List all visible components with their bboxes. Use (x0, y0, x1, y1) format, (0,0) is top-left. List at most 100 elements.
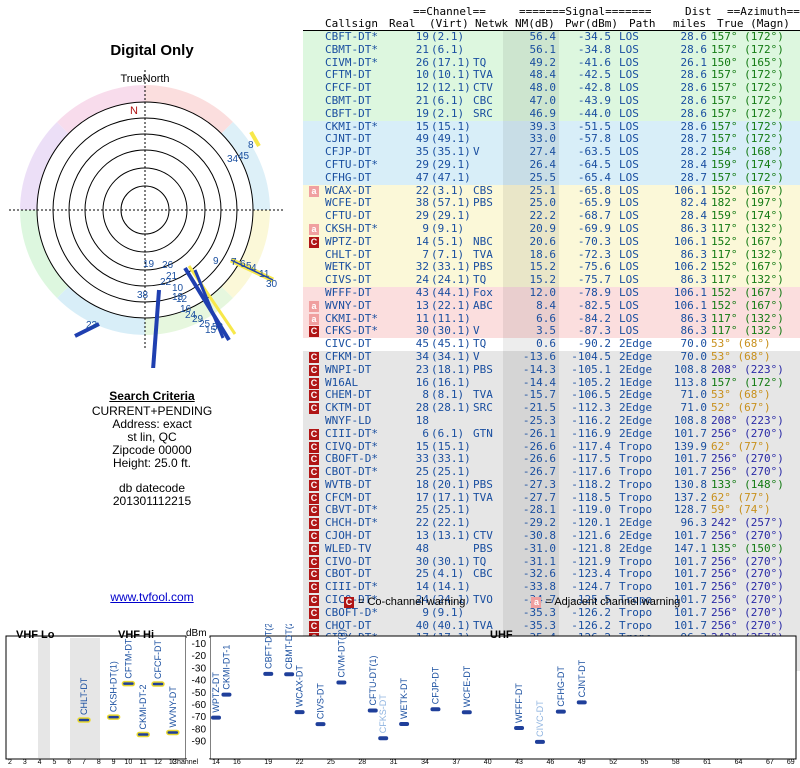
path-cell: LOS (619, 286, 639, 299)
azimuth-cell: 256° (270°) (711, 530, 784, 543)
table-row[interactable]: WFFF-DT 43 (44.1) Fox 12.0 -78.9 LOS 106.1 152° … (303, 286, 800, 300)
x-tick-label: 9 (112, 759, 116, 766)
spectrum-station-label: WVNY-DT (168, 686, 178, 728)
power-cell: -116.9 (571, 427, 611, 440)
table-row[interactable]: C CIVQ-DT* 15 (15.1) -26.6 -117.4 Tropo 139.9 62… (303, 440, 800, 454)
table-row[interactable]: C CBVT-DT* 25 (25.1) -28.1 -119.0 Tropo 128.7 59… (303, 504, 800, 518)
callsign-cell: CFKM-DT (325, 350, 372, 363)
azimuth-cell: 159° (174°) (711, 210, 784, 223)
real-channel-cell: 25 (415, 504, 429, 517)
table-row[interactable]: CFJP-DT 35 (35.1) V 27.4 -63.5 LOS 28.2 154° (16… (303, 146, 800, 159)
callsign-cell: CHCH-DT* (325, 517, 378, 530)
table-row[interactable]: CHLT-DT 7 (7.1) TVA 18.6 -72.3 LOS 86.3 117° (13… (303, 248, 800, 262)
table-row[interactable]: C CIII-DT* 14 (14.1) -33.8 -124.7 Tropo 101.7 25… (303, 581, 800, 595)
adjacent-channel-warning-icon: a (309, 313, 319, 325)
table-row[interactable]: CIVC-DT 45 (45.1) TQ 0.6 -90.2 2Edge 70.0 53° (6… (303, 338, 800, 351)
table-row[interactable]: CJNT-DT 49 (49.1) 33.0 -57.8 LOS 28.7 157° (172… (303, 133, 800, 147)
nm-cell: 25.5 (529, 171, 557, 184)
real-channel-cell: 19 (415, 107, 429, 120)
virtual-channel-cell: (57.1) (431, 197, 471, 210)
table-row[interactable]: C WPTZ-DT 14 (5.1) NBC 20.6 -70.3 LOS 106.1 152° … (303, 235, 800, 249)
virtual-channel-cell: (6.1) (431, 43, 465, 56)
nm-cell: -30.8 (522, 530, 556, 543)
table-row[interactable]: a CKSH-DT* 9 (9.1) 20.9 -69.9 LOS 86.3 117° (132… (303, 222, 800, 236)
table-row[interactable]: C CFKS-DT* 30 (30.1) V 3.5 -87.3 LOS 86.3 117° (1… (303, 325, 800, 339)
azimuth-cell: 256° (270°) (711, 453, 784, 466)
x-tick-label: 34 (421, 759, 429, 766)
callsign-cell: CHEM-DT (325, 389, 372, 402)
callsign-cell: CHLT-DT (325, 248, 372, 261)
callsign-cell: CKTM-DT (325, 402, 372, 415)
table-row[interactable]: C WNPI-DT 23 (18.1) PBS -14.3 -105.1 2Edge 108.8… (303, 363, 800, 377)
table-row[interactable]: C CBOT-DT* 25 (25.1) -26.7 -117.6 Tropo 101.7 25… (303, 466, 800, 479)
power-cell: -112.3 (571, 402, 611, 415)
power-cell: -51.5 (577, 120, 611, 133)
table-row[interactable]: C CBOFT-D* 33 (33.1) -26.6 -117.5 Tropo 101.7 25… (303, 453, 800, 467)
x-tick-label: 13 (169, 759, 177, 766)
nm-cell: -33.8 (522, 581, 556, 594)
spectrum-station-label: CKMI-DT-1 (221, 645, 231, 690)
table-row[interactable]: C CFCM-DT 17 (17.1) TVA -27.7 -118.5 Tropo 137.2… (303, 491, 800, 505)
distance-cell: 82.4 (680, 197, 708, 210)
table-row[interactable]: WETK-DT 32 (33.1) PBS 15.2 -75.6 LOS 106.2 152° … (303, 261, 800, 275)
table-row[interactable]: CBFT-DT* 19 (2.1) 56.4 -34.5 LOS 28.6 157° (172… (303, 31, 800, 44)
azimuth-cell: 152° (167°) (711, 235, 784, 248)
col-azimuth: True (Magn) (717, 18, 790, 30)
col-pwr: Pwr(dBm) (565, 18, 618, 30)
nm-cell: 6.6 (536, 312, 556, 325)
real-channel-cell: 10 (415, 69, 429, 82)
spectrum-station-label: CKMI-DT-2 (138, 685, 148, 730)
path-cell: LOS (619, 158, 639, 171)
table-row[interactable]: C CKTM-DT 28 (28.1) SRC -21.5 -112.3 2Edge 71.0 5… (303, 402, 800, 415)
nm-cell: 25.1 (529, 184, 557, 197)
warning-legend: C = Co-channel warning a = Adjacent channe… (344, 596, 800, 610)
table-row[interactable]: CBMT-DT* 21 (6.1) 56.1 -34.8 LOS 28.6 157° (172… (303, 43, 800, 57)
table-row[interactable]: C CIVO-DT 30 (30.1) TQ -31.1 -121.9 Tropo 101.7 2… (303, 555, 800, 569)
distance-cell: 28.6 (680, 107, 708, 120)
table-row[interactable]: C CBOT-DT 25 (4.1) CBC -32.6 -123.4 Tropo 101.7 2… (303, 568, 800, 582)
table-row[interactable]: CBMT-DT 21 (6.1) CBC 47.0 -43.9 LOS 28.6 157° (1… (303, 94, 800, 108)
table-row[interactable]: C CJOH-DT 13 (13.1) CTV -30.8 -121.6 2Edge 101.7… (303, 530, 800, 543)
nm-cell: 27.4 (529, 146, 557, 159)
real-channel-cell: 21 (415, 43, 429, 56)
table-row[interactable]: CIVM-DT* 26 (17.1) TQ 49.2 -41.6 LOS 26.1 150° (… (303, 56, 800, 70)
spectrum-bar (534, 739, 545, 744)
table-row[interactable]: a WVNY-DT 13 (22.1) ABC 8.4 -82.5 LOS 106.1 152° … (303, 299, 800, 313)
table-row[interactable]: C WVTB-DT 18 (20.1) PBS -27.3 -118.2 Tropo 130.8… (303, 478, 800, 492)
nm-cell: 3.5 (536, 325, 556, 338)
callsign-cell: CBFT-DT* (325, 31, 378, 43)
virtual-channel-cell: (33.1) (431, 453, 471, 466)
virtual-channel-cell: (29.1) (431, 210, 471, 223)
table-row[interactable]: CFTU-DT 29 (29.1) 22.2 -68.7 LOS 28.4 159° (174… (303, 210, 800, 223)
table-row[interactable]: C CHCH-DT* 22 (22.1) -29.2 -120.1 2Edge 96.3 242… (303, 517, 800, 531)
table-row[interactable]: CFHG-DT 47 (47.1) 25.5 -65.4 LOS 28.7 157° (172… (303, 171, 800, 185)
table-row[interactable]: C WLED-TV 48 PBS -31.0 -121.8 2Edge 147.1 135° (… (303, 542, 800, 556)
table-row[interactable]: CFCF-DT 12 (12.1) CTV 48.0 -42.8 LOS 28.6 157° (… (303, 82, 800, 95)
table-row[interactable]: C W16AL 16 (16.1) -14.4 -105.2 1Edge 113.8 157° … (303, 376, 800, 390)
distance-cell: 106.1 (673, 299, 707, 312)
real-channel-cell: 8 (422, 389, 429, 402)
y-tick-label: -40 (192, 676, 207, 687)
table-row[interactable]: C CFKM-DT 34 (34.1) V -13.6 -104.5 2Edge 70.0 53°… (303, 350, 800, 364)
table-row[interactable]: C CIII-DT* 6 (6.1) GTN -26.1 -116.9 2Edge 101.7 2… (303, 427, 800, 441)
nm-cell: 20.9 (529, 222, 557, 235)
table-row[interactable]: CFTM-DT 10 (10.1) TVA 48.4 -42.5 LOS 28.6 157° (… (303, 69, 800, 83)
power-cell: -121.9 (571, 555, 611, 568)
table-row[interactable]: CIVS-DT 24 (24.1) TQ 15.2 -75.7 LOS 86.3 117° (1… (303, 274, 800, 287)
tvfool-link[interactable]: www.tvfool.com (0, 590, 304, 604)
table-row[interactable]: C CHEM-DT 8 (8.1) TVA -15.7 -106.5 2Edge 71.0 53°… (303, 389, 800, 403)
azimuth-cell: 152° (167°) (711, 286, 784, 299)
table-row[interactable]: CBFT-DT 19 (2.1) SRC 46.9 -44.0 LOS 28.6 157° (1… (303, 107, 800, 121)
table-row[interactable]: a CKMI-DT* 11 (11.1) 6.6 -84.2 LOS 86.3 117° (13… (303, 312, 800, 326)
callsign-cell: CFTM-DT (325, 69, 372, 82)
table-row[interactable]: CFTU-DT* 29 (29.1) 26.4 -64.5 LOS 28.4 159° (17… (303, 158, 800, 172)
spectrum-station-label: CFJP-DT (430, 666, 440, 704)
table-row[interactable]: a WCAX-DT 22 (3.1) CBS 25.1 -65.8 LOS 106.1 152° … (303, 184, 800, 198)
table-row[interactable]: WCFE-DT 38 (57.1) PBS 25.0 -65.9 LOS 82.4 182° (… (303, 197, 800, 211)
table-row[interactable]: WNYF-LD 18 -25.3 -116.2 2Edge 108.8 208° (223°… (303, 414, 800, 428)
azimuth-cell: 157° (172°) (711, 120, 784, 133)
uhf-label: UHF (490, 629, 513, 641)
x-tick-label: 61 (703, 759, 711, 766)
nm-cell: 46.9 (529, 107, 557, 120)
table-row[interactable]: CKMI-DT* 15 (15.1) 39.3 -51.5 LOS 28.6 157° (17… (303, 120, 800, 134)
